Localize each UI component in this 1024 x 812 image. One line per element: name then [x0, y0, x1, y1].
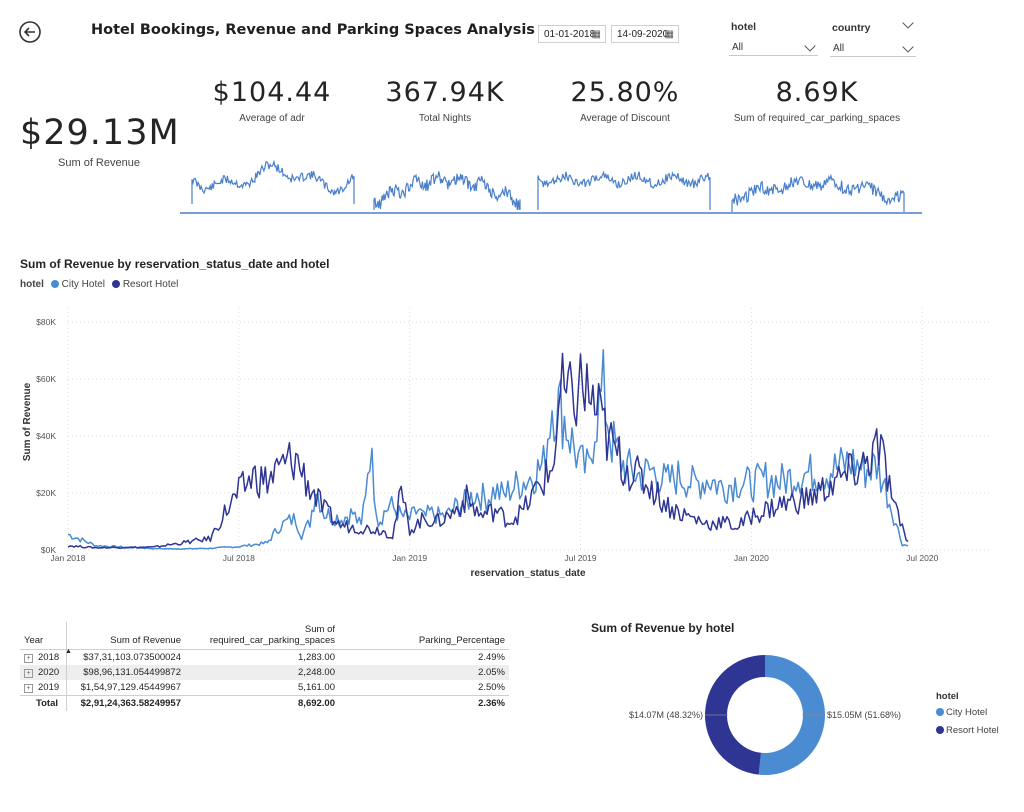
series-line-city-hotel[interactable] [67, 349, 909, 550]
sparkline-discount [537, 170, 711, 210]
y-tick-label: $60K [36, 374, 56, 384]
total-row: Total $2,91,24,363.58249957 8,692.00 2.3… [20, 695, 509, 711]
kpi-adr-label: Average of adr [239, 113, 305, 124]
series-line-resort-hotel[interactable] [67, 352, 909, 549]
year-cell: +2018 [20, 650, 67, 666]
table-row[interactable]: +2018 $37,31,103.073500024 1,283.00 2.49… [20, 649, 509, 666]
revenue-cell: $98,96,131.054499872 [66, 665, 185, 680]
hotel-slicer-label: hotel [731, 21, 757, 33]
x-tick-label: Jul 2019 [564, 553, 596, 563]
legend-title: hotel [20, 279, 44, 290]
kpi-nights-label: Total Nights [418, 113, 472, 124]
revenue-cell: $37,31,103.073500024 [66, 649, 185, 665]
pct-cell: 2.05% [339, 665, 509, 680]
expand-plus-icon[interactable]: + [24, 669, 33, 678]
donut-label-city: $15.05M (51.68%) [827, 710, 901, 720]
country-slicer-dropdown[interactable]: All [830, 40, 916, 57]
table-row[interactable]: +2020 $98,96,131.054499872 2,248.00 2.05… [20, 665, 509, 680]
total-parking: 8,692.00 [185, 695, 339, 711]
year-cell: +2019 [20, 680, 67, 696]
header-parking[interactable]: Sum of required_car_parking_spaces [185, 622, 339, 650]
legend-dot-resort [111, 280, 120, 288]
x-tick-label: Jul 2020 [906, 553, 938, 563]
kpi-revenue-label: Sum of Revenue [58, 157, 140, 169]
legend-city[interactable]: City Hotel [62, 279, 105, 290]
pct-cell: 2.49% [478, 652, 505, 663]
legend-resort[interactable]: Resort Hotel [123, 279, 179, 290]
donut-legend-dot-resort [936, 726, 944, 734]
header-parking-pct[interactable]: Parking_Percentage [339, 622, 509, 650]
donut-legend-dot-city [936, 708, 944, 716]
kpi-revenue-value: $29.13M [20, 113, 180, 153]
revenue-cell: $1,54,97,129.45449967 [66, 680, 185, 696]
y-tick-label: $80K [36, 317, 56, 327]
x-axis-title: reservation_status_date [470, 568, 585, 579]
report-title: Hotel Bookings, Revenue and Parking Spac… [91, 22, 535, 38]
x-tick-label: Jul 2018 [223, 553, 255, 563]
y-tick-label: $20K [36, 488, 56, 498]
header-revenue[interactable]: Sum of Revenue ▲ [65, 622, 185, 655]
x-tick-label: Jan 2018 [51, 553, 86, 563]
donut-title: Sum of Revenue by hotel [591, 621, 735, 635]
parking-cell: 1,283.00 [298, 652, 335, 663]
kpi-parking-value: 8.69K [775, 77, 859, 108]
kpi-sparklines [180, 159, 922, 214]
line-chart-legend: hotel City Hotel Resort Hotel [20, 279, 178, 290]
sparkline-nights [373, 171, 521, 211]
donut-legend-title: hotel [936, 691, 959, 702]
donut-legend-resort[interactable]: Resort Hotel [946, 725, 999, 736]
expand-plus-icon[interactable]: + [24, 654, 33, 663]
sparkline-parking [731, 173, 905, 212]
legend-dot-city [50, 280, 59, 288]
country-slicer-label: country [832, 22, 871, 34]
total-revenue: $2,91,24,363.58249957 [66, 695, 185, 711]
pct-cell: 2.50% [478, 682, 505, 693]
x-tick-label: Jan 2019 [392, 553, 427, 563]
kpi-nights-value: 367.94K [385, 77, 505, 108]
sort-desc-icon[interactable]: ▲ [65, 648, 72, 655]
donut-chart: $14.07M (48.32%) $15.05M (51.68%) hotel … [629, 655, 999, 775]
header-revenue-text: Sum of Revenue [110, 635, 181, 646]
year-cell: +2020 [20, 665, 67, 680]
country-slicer-value: All [833, 43, 845, 54]
donut-legend-city[interactable]: City Hotel [946, 707, 987, 718]
x-tick-label: Jan 2020 [734, 553, 769, 563]
date-end-input[interactable]: 14-09-2020 ▦ [611, 25, 679, 43]
chevron-down-icon[interactable] [902, 17, 914, 29]
kpi-parking-label: Sum of required_car_parking_spaces [733, 113, 901, 124]
parking-cell: 5,161.00 [298, 682, 335, 693]
date-start-input[interactable]: 01-01-2018 ▦ [538, 25, 606, 43]
kpi-discount-value: 25.80% [570, 77, 680, 108]
sparkline-adr [191, 159, 355, 204]
date-end-value: 14-09-2020 [617, 29, 669, 40]
chevron-down-icon [902, 41, 914, 53]
kpi-adr-value: $104.44 [212, 77, 332, 108]
line-chart: $0K$20K$40K$60K$80KJan 2018 Jul 2018 Jan 2… [22, 308, 992, 579]
hotel-slicer-dropdown[interactable]: All [729, 39, 818, 56]
kpi-discount-label: Average of Discount [580, 113, 670, 124]
hotel-slicer-value: All [732, 42, 744, 53]
line-chart-title: Sum of Revenue by reservation_status_dat… [20, 257, 330, 271]
table-row[interactable]: +2019 $1,54,97,129.45449967 5,161.00 2.5… [20, 680, 509, 696]
chevron-down-icon [804, 40, 816, 52]
y-tick-label: $40K [36, 431, 56, 441]
calendar-icon[interactable]: ▦ [592, 26, 601, 44]
parking-cell: 2,248.00 [185, 665, 339, 680]
expand-plus-icon[interactable]: + [24, 684, 33, 693]
back-arrow-icon[interactable] [18, 20, 42, 44]
y-axis-title: Sum of Revenue [22, 382, 33, 461]
date-start-value: 01-01-2018 [544, 29, 596, 40]
header-year[interactable]: Year [20, 622, 67, 650]
calendar-icon[interactable]: ▦ [665, 26, 674, 44]
donut-label-resort: $14.07M (48.32%) [629, 710, 703, 720]
total-label: Total [20, 695, 67, 711]
total-pct: 2.36% [339, 695, 509, 711]
revenue-matrix: Year Sum of Revenue ▲ Sum of required_ca… [20, 622, 509, 711]
